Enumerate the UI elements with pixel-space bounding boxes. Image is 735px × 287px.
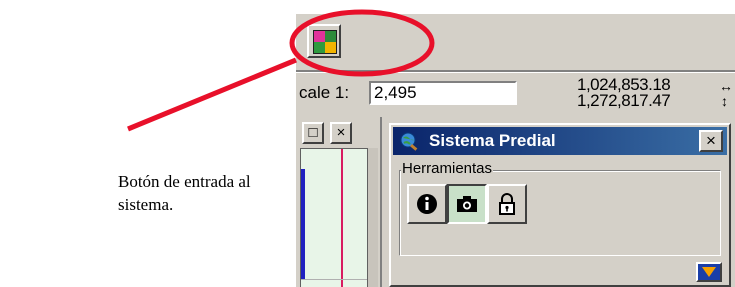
map-view[interactable] <box>300 148 368 287</box>
maximize-button[interactable]: □ <box>302 122 324 144</box>
map-close-button[interactable]: × <box>330 122 352 144</box>
info-button[interactable] <box>407 184 447 224</box>
coordinate-y: 1,272,817.47 <box>577 91 671 110</box>
horizontal-arrow-icon: ↔ <box>719 78 733 94</box>
map-window: □ × <box>296 117 382 287</box>
panel-title: Sistema Predial <box>429 131 556 150</box>
panel-close-button[interactable]: × <box>699 130 723 152</box>
tools-group-label: Herramientas <box>401 160 494 177</box>
system-entry-button[interactable] <box>307 24 341 58</box>
sistema-predial-panel: Sistema Predial × Herramientas <box>389 123 731 287</box>
tools-row <box>407 184 527 224</box>
four-color-grid-icon <box>313 30 337 54</box>
app-screenshot: cale 1: 1,024,853.18 1,272,817.47 ↔ ↕ □ … <box>296 14 735 287</box>
lock-button[interactable] <box>487 184 527 224</box>
map-scrollbar[interactable] <box>368 148 378 287</box>
camera-button[interactable] <box>447 184 487 224</box>
lock-icon <box>499 193 515 215</box>
toolbar <box>296 14 735 70</box>
camera-icon <box>457 196 477 212</box>
caption-text: Botón de entrada al sistema. <box>118 170 288 216</box>
expand-panel-button[interactable] <box>696 262 722 282</box>
vertical-arrow-icon: ↕ <box>721 93 728 109</box>
caption-line-2: sistema. <box>118 195 174 214</box>
callout-line <box>127 57 297 132</box>
scale-bar: cale 1: 1,024,853.18 1,272,817.47 ↔ ↕ <box>296 73 735 119</box>
chevron-down-icon <box>702 267 716 277</box>
scale-label: cale 1: <box>299 83 350 102</box>
globe-icon <box>400 132 418 151</box>
scale-input[interactable] <box>369 81 517 105</box>
panel-titlebar[interactable]: Sistema Predial × <box>393 127 727 155</box>
caption-line-1: Botón de entrada al <box>118 172 251 191</box>
info-icon <box>417 194 437 214</box>
